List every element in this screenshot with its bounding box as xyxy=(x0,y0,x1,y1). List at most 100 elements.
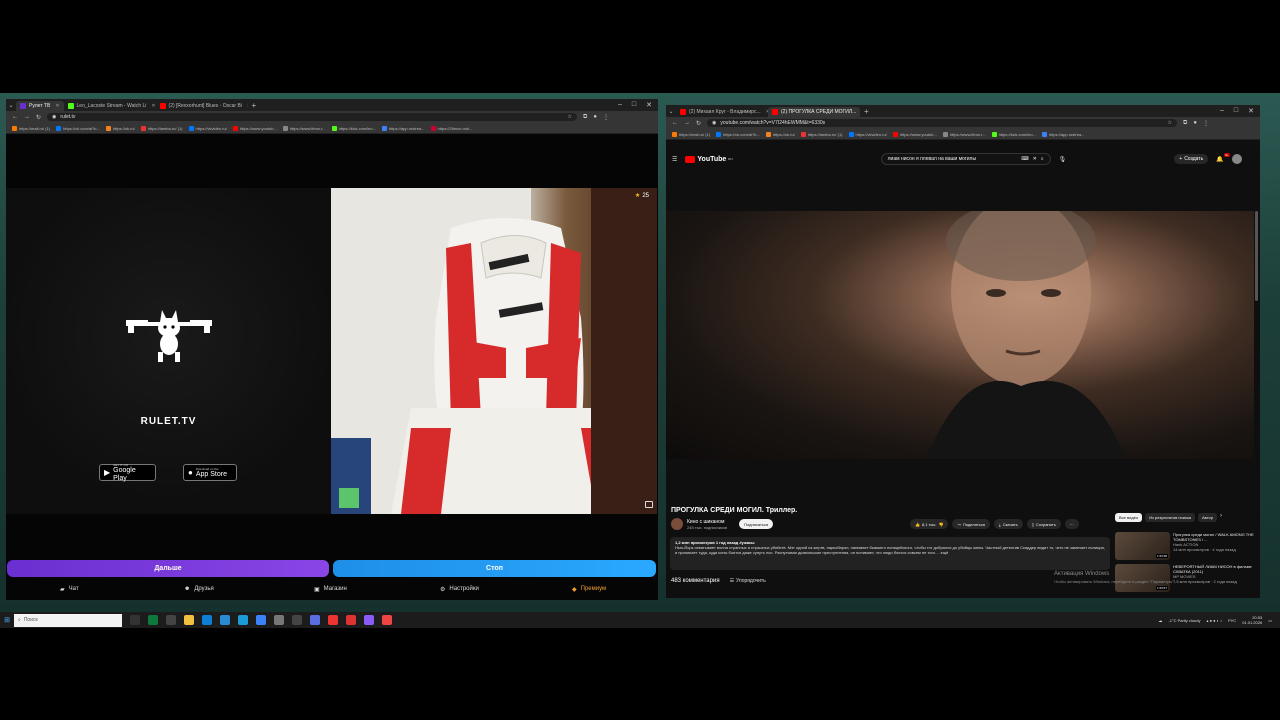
back-icon[interactable]: ← xyxy=(12,114,18,120)
extensions-icon[interactable]: ⧉ xyxy=(583,114,587,121)
google-play-button[interactable]: ▶ GET IT ON Google Play xyxy=(99,463,156,482)
tray-icons[interactable]: ▴ ● ● ◐ ♪ xyxy=(1206,618,1222,623)
weather-text[interactable]: -1°C Partly cloudy xyxy=(1168,618,1200,623)
site-info-icon[interactable]: ◉ xyxy=(712,120,716,126)
bookmark-item[interactable]: https://www.lttmo.r... xyxy=(282,125,326,131)
download-button[interactable]: ⤓ Скачать xyxy=(993,519,1023,529)
input-language[interactable]: РУС xyxy=(1228,618,1236,623)
notifications-icon[interactable]: ▭ xyxy=(1268,618,1272,623)
new-tab-button[interactable]: + xyxy=(248,101,261,110)
search-icon[interactable]: ⌕ xyxy=(1041,156,1044,162)
star-counter[interactable]: ★ 25 xyxy=(635,192,649,200)
bookmark-item[interactable]: https://vk.com/al?b... xyxy=(56,125,100,131)
minimize-icon[interactable]: – xyxy=(618,101,622,109)
nav-chat[interactable]: ▰ Чат xyxy=(60,586,79,593)
bookmark-item[interactable]: https://mail.ru/ (1) xyxy=(12,125,50,131)
chip-all[interactable]: Все видео xyxy=(1115,513,1143,522)
bookmark-star-icon[interactable]: ☆ xyxy=(1168,120,1172,126)
address-bar[interactable]: ◉ rulet.tv ☆ xyxy=(47,113,578,121)
app-icon[interactable] xyxy=(310,615,320,625)
bookmark-item[interactable]: https://www.youtub... xyxy=(892,131,937,137)
like-button[interactable]: 👍 8,1 тыс. 👎 xyxy=(910,519,949,529)
bookmark-item[interactable]: https://ok.ru/ xyxy=(105,125,135,131)
bookmark-item[interactable]: https://kick.com/leo... xyxy=(331,125,376,131)
new-tab-button[interactable]: + xyxy=(860,107,873,116)
bookmark-item[interactable]: https://vkvideo.ru/ xyxy=(188,125,227,131)
save-button[interactable]: ▯ Сохранить xyxy=(1026,519,1061,529)
bookmark-item[interactable]: https://2timoo.mol... xyxy=(430,125,472,131)
channel-name[interactable]: Кино с шиканом xyxy=(687,519,727,525)
tab-search-icon[interactable]: ⌄ xyxy=(6,102,16,109)
app-icon[interactable] xyxy=(328,615,338,625)
back-icon[interactable]: ← xyxy=(672,120,678,126)
app-icon[interactable] xyxy=(274,615,284,625)
tab-close-icon[interactable]: ✕ xyxy=(55,103,59,109)
subscribe-button[interactable]: Подписаться xyxy=(739,519,774,529)
maximize-icon[interactable]: □ xyxy=(632,101,636,109)
maximize-icon[interactable]: □ xyxy=(1234,107,1238,115)
close-icon[interactable]: ✕ xyxy=(1248,107,1254,115)
tab-close-icon[interactable]: ✕ xyxy=(151,103,155,109)
clock[interactable]: 20:53 01.01.2026 xyxy=(1242,615,1262,625)
tab-youtube-blues[interactable]: (2) [Rexxorhunt] Blues - Oscar Bi ✕ xyxy=(156,101,248,111)
tab-search-icon[interactable]: ⌄ xyxy=(666,108,676,115)
nav-premium[interactable]: ◆ Премиум xyxy=(572,586,606,593)
app-icon[interactable] xyxy=(256,615,266,625)
nav-friends[interactable]: ☻ Друзья xyxy=(184,586,214,592)
stop-button[interactable]: Стоп xyxy=(333,560,656,577)
site-info-icon[interactable]: ◉ xyxy=(52,114,56,120)
bookmark-item[interactable]: https://app.rostrea... xyxy=(381,125,425,131)
bookmark-item[interactable]: https://www.youtub... xyxy=(232,125,277,131)
channel-avatar[interactable] xyxy=(671,518,683,530)
profile-icon[interactable]: ● xyxy=(1193,120,1197,126)
app-icon[interactable] xyxy=(148,615,158,625)
app-icon[interactable] xyxy=(166,615,176,625)
tab-youtube-krug[interactable]: (2) Михаил Круг - Владимирс... ✕ xyxy=(676,107,768,117)
sort-comments-button[interactable]: ☰ Упорядочить xyxy=(730,578,766,584)
menu-icon[interactable]: ⋮ xyxy=(1203,120,1209,127)
recommendation-item[interactable]: 1:53:58 Прогулка среди могил / WALK AMON… xyxy=(1115,532,1255,560)
app-store-button[interactable]: ● Download on the App Store xyxy=(183,464,237,481)
bookmark-item[interactable]: https://mail.ru/ (1) xyxy=(672,131,710,137)
scrollbar[interactable] xyxy=(1255,211,1258,301)
thumbs-down-icon[interactable]: 👎 xyxy=(938,522,943,527)
bookmark-item[interactable]: https://lamba.ru/ (1) xyxy=(800,131,843,137)
telegram-icon[interactable] xyxy=(238,615,248,625)
address-bar[interactable]: ◉ youtube.com/watch?v=V7I24hEWMM&t=6330s… xyxy=(707,119,1178,127)
avatar[interactable] xyxy=(1231,154,1242,164)
bookmark-item[interactable]: https://www.lttmo.r... xyxy=(942,131,986,137)
bookmark-item[interactable]: https://vk.com/al?b... xyxy=(716,131,760,137)
app-icon[interactable] xyxy=(220,615,230,625)
weather-icon[interactable]: ☁ xyxy=(1158,618,1162,623)
tab-rulet[interactable]: Рулет ТВ ✕ xyxy=(16,101,64,111)
chrome-icon[interactable] xyxy=(382,615,392,625)
edge-icon[interactable] xyxy=(202,615,212,625)
taskbar-search-input[interactable]: ⌕ Поиск xyxy=(14,613,122,627)
hamburger-menu-icon[interactable]: ☰ xyxy=(672,156,677,163)
more-actions-button[interactable]: ⋯ xyxy=(1064,519,1079,529)
tab-youtube-progulka[interactable]: (2) ПРОГУЛКА СРЕДИ МОГИЛ... ✕ xyxy=(768,107,860,117)
chip-author[interactable]: Автор xyxy=(1198,513,1217,522)
profile-icon[interactable]: ● xyxy=(593,114,597,120)
app-icon[interactable] xyxy=(292,615,302,625)
reload-icon[interactable]: ↻ xyxy=(696,120,701,127)
file-explorer-icon[interactable] xyxy=(184,615,194,625)
reload-icon[interactable]: ↻ xyxy=(36,114,41,121)
bookmark-star-icon[interactable]: ☆ xyxy=(568,114,572,120)
bookmark-item[interactable]: https://lamba.ru/ (1) xyxy=(140,125,183,131)
bookmark-item[interactable]: https://app.rostrea... xyxy=(1041,131,1085,137)
menu-icon[interactable]: ⋮ xyxy=(603,114,609,121)
chrome-icon[interactable] xyxy=(346,615,356,625)
next-button[interactable]: Дальше xyxy=(7,560,329,577)
minimize-icon[interactable]: – xyxy=(1220,107,1224,115)
bookmark-item[interactable]: https://kick.com/leo... xyxy=(991,131,1036,137)
keyboard-icon[interactable]: ⌨ xyxy=(1021,156,1028,162)
task-view-icon[interactable] xyxy=(130,615,140,625)
app-icon[interactable] xyxy=(364,615,374,625)
clear-search-icon[interactable]: ✕ xyxy=(1033,156,1037,162)
youtube-search-input[interactable]: лиам нисон я плевал на ваши могилы ⌨ ✕ ⌕ xyxy=(880,153,1051,165)
close-icon[interactable]: ✕ xyxy=(646,101,652,109)
forward-icon[interactable]: → xyxy=(24,114,30,120)
create-button[interactable]: + Создать xyxy=(1174,154,1209,164)
chip-from-search[interactable]: Из результатов поиска xyxy=(1145,513,1196,522)
